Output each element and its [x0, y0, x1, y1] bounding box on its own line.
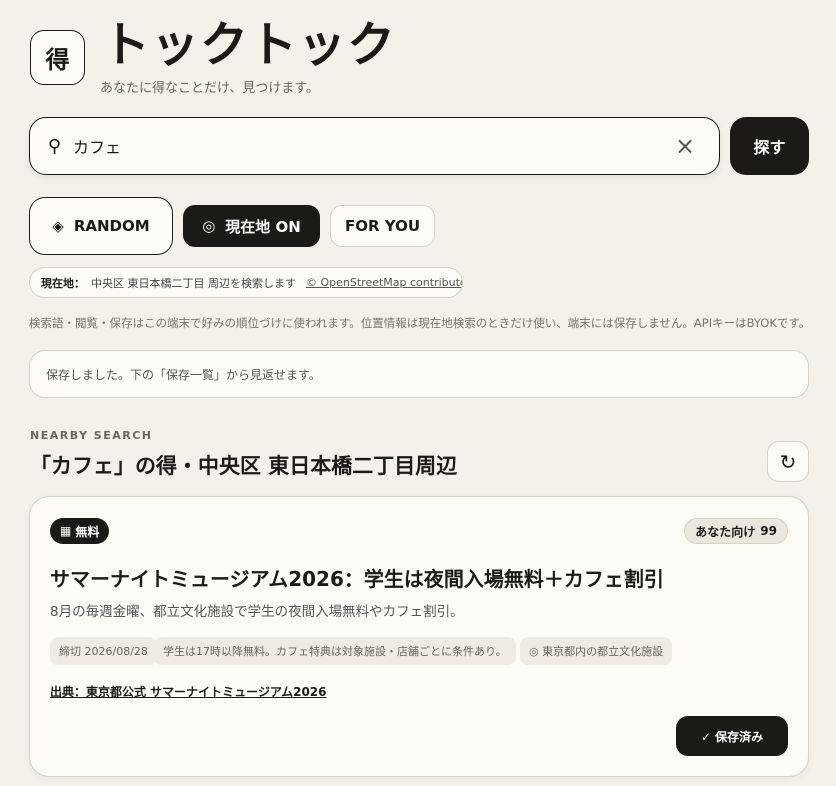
saved-button[interactable]: ✓ 保存済み — [676, 716, 788, 756]
location-status: 現在地： 中央区 東日本橋二丁目 周辺を検索します © OpenStreetMa… — [29, 267, 463, 298]
card-title[interactable]: サマーナイトミュージアム2026：学生は夜間入場無料＋カフェ割引 — [50, 563, 664, 592]
score-value: 99 — [760, 524, 777, 538]
random-mode-label: RANDOM — [73, 217, 150, 235]
ticket-icon: ▦ — [60, 524, 72, 538]
save-toast: 保存しました。下の「保存一覧」から見返せます。 — [29, 350, 809, 398]
for-you-button[interactable]: FOR YOU — [330, 205, 435, 247]
random-mode-button[interactable]: ◈ RANDOM — [29, 197, 173, 255]
search-box: ⚲ × — [29, 117, 720, 175]
app-tagline: あなたに得なことだけ、見つけます。 — [100, 81, 320, 96]
condition-tag: 学生は17時以降無料。カフェ特典は対象施設・店舗ごとに条件あり。 — [154, 637, 516, 665]
free-badge: ▦ 無料 — [50, 518, 110, 544]
search-icon: ⚲ — [48, 136, 62, 157]
source-link[interactable]: 出典：東京都公式 サマーナイトミュージアム2026 — [50, 683, 327, 700]
clear-icon[interactable]: × — [675, 132, 695, 160]
save-toast-text: 保存しました。下の「保存一覧」から見返せます。 — [46, 367, 321, 382]
search-input[interactable] — [73, 128, 653, 164]
location-mode-label: 現在地 ON — [225, 217, 301, 236]
deal-card: ▦ 無料 あなた向け 99 サマーナイトミュージアム2026：学生は夜間入場無料… — [29, 496, 809, 777]
section-title: 「カフェ」の得・中央区 東日本橋二丁目周辺 — [30, 454, 458, 478]
score-label: あなた向け — [695, 524, 756, 539]
refresh-icon: ↻ — [779, 449, 797, 474]
deadline-tag: 締切 2026/08/28 — [50, 637, 157, 665]
for-you-label: FOR YOU — [344, 217, 421, 235]
refresh-button[interactable]: ↻ — [767, 441, 809, 482]
app-logo: 得 — [30, 30, 85, 85]
osm-credit-link[interactable]: © OpenStreetMap contributors — [306, 276, 462, 289]
diamond-icon: ◈ — [52, 217, 64, 235]
location-status-text: 中央区 東日本橋二丁目 周辺を検索します — [91, 276, 296, 290]
app-title: トックトック — [102, 17, 397, 73]
card-description: 8月の毎週金曜、都立文化施設で学生の夜間入場無料やカフェ割引。 — [50, 604, 464, 620]
score-badge: あなた向け 99 — [684, 518, 788, 544]
section-kicker: NEARBY SEARCH — [30, 429, 153, 442]
location-mode-button[interactable]: ◎ 現在地 ON — [183, 205, 320, 247]
location-target-icon: ◎ — [202, 217, 216, 235]
free-badge-label: 無料 — [75, 524, 100, 539]
privacy-note: 検索語・閲覧・保存はこの端末で好みの順位づけに使われます。位置情報は現在地検索の… — [29, 316, 811, 330]
location-status-label: 現在地： — [41, 276, 85, 290]
search-button[interactable]: 探す — [730, 117, 809, 175]
place-tag: ◎ 東京都内の都立文化施設 — [520, 637, 673, 665]
